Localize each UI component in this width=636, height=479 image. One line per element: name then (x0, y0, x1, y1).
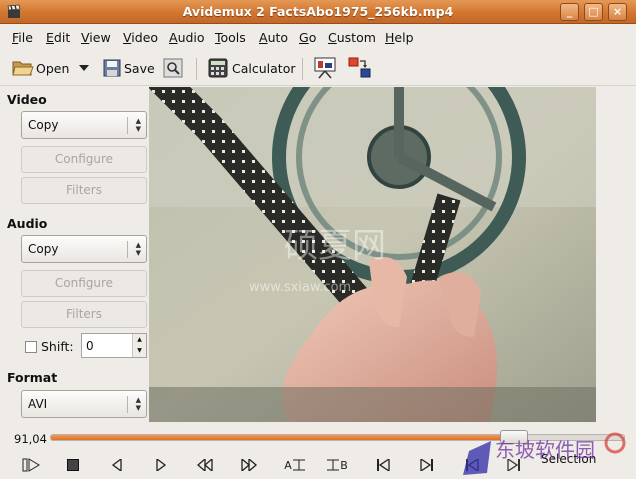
menu-file[interactable]: File (12, 30, 33, 45)
menu-audio[interactable]: Audio (169, 30, 205, 45)
properties-button[interactable] (163, 56, 183, 80)
menu-bar: File Edit View Video Audio Tools Auto Go… (0, 25, 636, 49)
video-frame-film-reel: 硕夏网 www.sxiaw.com (149, 87, 596, 422)
calculator-icon (208, 58, 228, 78)
audio-codec-value: Copy (28, 242, 59, 256)
video-preview: 硕夏网 www.sxiaw.com (149, 87, 596, 422)
next-keyframe-button[interactable] (238, 455, 260, 475)
save-button[interactable]: Save (103, 56, 155, 80)
play-icon (22, 458, 40, 472)
chevron-left-icon (112, 459, 122, 471)
swap-view-button[interactable] (348, 56, 372, 80)
preview-button[interactable] (313, 56, 337, 80)
toolbar-separator (196, 58, 197, 80)
presentation-screen-icon (314, 57, 336, 79)
set-marker-b-button[interactable]: B (322, 455, 352, 475)
spin-arrows-icon[interactable]: ▲ ▼ (132, 334, 146, 357)
up-down-arrows-icon: ▲ ▼ (135, 241, 141, 257)
minimize-button[interactable]: _ (560, 3, 579, 21)
window-title: Avidemux 2 FactsAbo1975_256kb.mp4 (182, 4, 454, 19)
toolbar: Open Save Calculator (0, 50, 636, 86)
magnifier-icon (163, 58, 183, 78)
stop-icon (67, 459, 79, 471)
close-button[interactable]: × (608, 3, 627, 21)
timeline-slider[interactable] (50, 434, 625, 441)
maximize-button[interactable]: □ (584, 3, 603, 21)
set-marker-a-button[interactable]: A (280, 455, 310, 475)
audio-codec-select[interactable]: Copy ▲ ▼ (21, 235, 147, 263)
stop-button[interactable] (62, 455, 84, 475)
go-to-marker-b-button[interactable] (503, 455, 525, 475)
format-section-label: Format (7, 370, 58, 385)
up-down-arrows-icon: ▲ ▼ (135, 396, 141, 412)
chevron-down-icon (79, 65, 89, 71)
previous-keyframe-button[interactable] (194, 455, 216, 475)
video-codec-value: Copy (28, 118, 59, 132)
swap-windows-icon (348, 57, 371, 78)
marker-bracket-icon (292, 459, 305, 471)
skip-marker-b-icon (507, 459, 520, 471)
folder-open-icon (12, 61, 34, 76)
next-frame-button[interactable] (150, 455, 172, 475)
combo-divider (127, 117, 128, 134)
marker-bracket-icon (327, 459, 340, 471)
skip-marker-a-icon (466, 459, 479, 471)
menu-custom[interactable]: Custom (328, 30, 376, 45)
calculator-button[interactable]: Calculator (208, 56, 295, 80)
menu-edit[interactable]: Edit (46, 30, 70, 45)
toolbar-separator (302, 58, 303, 80)
up-down-arrows-icon: ▲ ▼ (135, 117, 141, 133)
floppy-disk-icon (103, 59, 121, 77)
open-label: Open (36, 60, 70, 76)
video-filters-button[interactable]: Filters (21, 177, 147, 204)
open-recent-dropdown[interactable] (79, 56, 89, 80)
go-to-start-button[interactable] (372, 455, 394, 475)
open-button[interactable]: Open (12, 56, 69, 80)
skip-end-icon (420, 459, 433, 471)
double-chevron-right-icon (241, 459, 257, 471)
combo-divider (127, 396, 128, 413)
position-label: 91,04 (14, 432, 47, 446)
menu-auto[interactable]: Auto (259, 30, 288, 45)
save-label: Save (124, 60, 155, 76)
combo-divider (127, 241, 128, 258)
shift-label: Shift: (41, 339, 74, 354)
video-codec-select[interactable]: Copy ▲ ▼ (21, 111, 147, 139)
shift-value: 0 (86, 339, 94, 353)
timeline-thumb[interactable] (500, 430, 528, 444)
go-to-end-button[interactable] (416, 455, 438, 475)
selection-label: Selection (541, 452, 597, 466)
audio-section-label: Audio (7, 216, 48, 231)
center-watermark-logo: 硕夏网 (284, 226, 386, 266)
calculator-label: Calculator (232, 60, 296, 76)
title-bar: Avidemux 2 FactsAbo1975_256kb.mp4 _ □ × (0, 0, 636, 24)
audio-configure-button[interactable]: Configure (21, 270, 147, 297)
menu-view[interactable]: View (81, 30, 111, 45)
marker-a-label: A (284, 458, 292, 472)
menu-help[interactable]: Help (385, 30, 414, 45)
timeline-progress (51, 435, 504, 440)
menu-video[interactable]: Video (123, 30, 158, 45)
audio-filters-button[interactable]: Filters (21, 301, 147, 328)
video-section-label: Video (7, 92, 47, 107)
double-chevron-left-icon (197, 459, 213, 471)
center-watermark-url: www.sxiaw.com (249, 280, 351, 295)
shift-spinbox[interactable]: 0 ▲ ▼ (81, 333, 147, 358)
video-configure-button[interactable]: Configure (21, 146, 147, 173)
chevron-right-icon (156, 459, 166, 471)
menu-go[interactable]: Go (299, 30, 316, 45)
go-to-marker-a-button[interactable] (461, 455, 483, 475)
shift-checkbox[interactable] (25, 341, 37, 353)
previous-frame-button[interactable] (106, 455, 128, 475)
marker-b-label: B (340, 458, 348, 472)
play-button[interactable] (20, 455, 42, 475)
format-select[interactable]: AVI ▲ ▼ (21, 390, 147, 418)
menu-tools[interactable]: Tools (215, 30, 246, 45)
format-value: AVI (28, 397, 48, 411)
skip-start-icon (377, 459, 390, 471)
